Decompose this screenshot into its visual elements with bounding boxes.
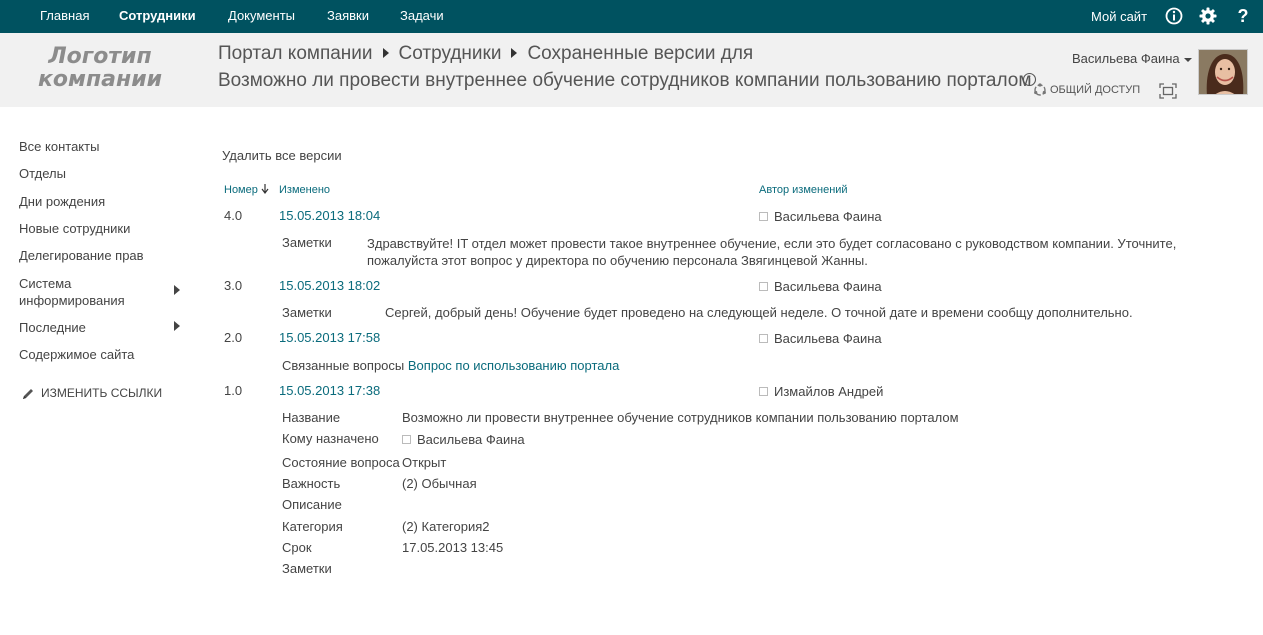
field-label-due-date: Срок	[282, 540, 312, 555]
presence-icon	[759, 334, 768, 343]
nav-item-documents[interactable]: Документы	[228, 8, 295, 23]
sidebar-item-all-contacts[interactable]: Все контакты	[19, 138, 99, 155]
nav-item-home[interactable]: Главная	[40, 8, 89, 23]
nav-item-requests[interactable]: Заявки	[327, 8, 369, 23]
presence-icon	[402, 435, 411, 444]
breadcrumb-employees[interactable]: Сотрудники	[399, 43, 502, 64]
sidebar-item-site-contents[interactable]: Содержимое сайта	[19, 346, 134, 363]
nav-item-employees[interactable]: Сотрудники	[119, 8, 196, 23]
notes-label: Заметки	[282, 305, 332, 320]
field-value-title: Возможно ли провести внутреннее обучение…	[402, 410, 959, 425]
chevron-down-icon	[1183, 57, 1192, 62]
field-label-notes: Заметки	[282, 561, 332, 576]
chevron-right-icon	[511, 47, 518, 58]
field-value-category: (2) Категория2	[402, 519, 490, 534]
field-label-description: Описание	[282, 497, 342, 512]
column-header-author[interactable]: Автор изменений	[759, 184, 848, 196]
presence-icon	[759, 387, 768, 396]
field-value-due-date: 17.05.2013 13:45	[402, 540, 504, 555]
page-title: Возможно ли провести внутреннее обучение…	[218, 70, 1032, 91]
sidebar-item-new-employees[interactable]: Новые сотрудники	[19, 220, 130, 237]
notes-text: Здравствуйте! IT отдел может провести та…	[367, 236, 1177, 268]
field-label-title: Название	[282, 410, 341, 425]
pencil-icon	[23, 388, 33, 399]
notes-text: Сергей, добрый день! Обучение будет пров…	[385, 305, 1133, 320]
focus-icon[interactable]	[1159, 83, 1177, 99]
version-author[interactable]: Васильева Фаина	[759, 209, 882, 224]
version-number: 4.0	[224, 208, 243, 223]
version-date-link[interactable]: 15.05.2013 17:38	[279, 383, 380, 398]
breadcrumb-versions: Сохраненные версии для	[527, 43, 754, 64]
nav-item-tasks[interactable]: Задачи	[400, 8, 444, 23]
chevron-right-icon	[382, 47, 389, 58]
version-number: 3.0	[224, 278, 243, 293]
presence-icon	[759, 212, 768, 221]
version-author[interactable]: Васильева Фаина	[759, 279, 882, 294]
column-header-modified[interactable]: Изменено	[279, 184, 330, 196]
related-questions-label: Связанные вопросы	[282, 358, 405, 373]
sidebar-item-departments[interactable]: Отделы	[19, 165, 66, 182]
svg-text:?: ?	[1238, 6, 1249, 26]
sort-down-arrow-icon	[261, 184, 269, 194]
top-nav-bar: Главная Сотрудники Документы Заявки Зада…	[0, 0, 1263, 33]
field-label-status: Состояние вопроса	[282, 455, 400, 470]
breadcrumb: Портал компании Сотрудники Сохраненные вер…	[218, 43, 753, 65]
sidebar-item-recent[interactable]: Последние	[19, 319, 86, 336]
version-number: 2.0	[224, 330, 243, 345]
field-label-assigned-to: Кому назначено	[282, 431, 379, 446]
site-header: Логотип компании Портал компании Сотрудни…	[0, 33, 1263, 107]
sidebar-item-notification-system[interactable]: Система информирования	[19, 275, 149, 309]
avatar[interactable]	[1198, 49, 1248, 95]
my-site-link[interactable]: Мой сайт	[1091, 9, 1147, 24]
chevron-right-icon[interactable]	[174, 321, 180, 331]
sidebar-item-birthdays[interactable]: Дни рождения	[19, 193, 105, 210]
version-date-link[interactable]: 15.05.2013 17:58	[279, 330, 380, 345]
version-date-link[interactable]: 15.05.2013 18:02	[279, 278, 380, 293]
version-number: 1.0	[224, 383, 243, 398]
delete-all-versions-button[interactable]: Удалить все версии	[222, 148, 342, 163]
version-author[interactable]: Измайлов Андрей	[759, 384, 883, 399]
share-button[interactable]: ОБЩИЙ ДОСТУП	[1033, 83, 1140, 97]
company-logo[interactable]: Логотип компании	[30, 45, 170, 91]
chevron-right-icon[interactable]	[174, 285, 180, 295]
breadcrumb-portal[interactable]: Портал компании	[218, 43, 373, 64]
info-icon[interactable]	[1164, 6, 1184, 26]
related-questions-row: Связанные вопросы Вопрос по использовани…	[282, 358, 619, 373]
notes-label: Заметки	[282, 235, 332, 250]
presence-icon	[759, 282, 768, 291]
sidebar-item-delegation[interactable]: Делегирование прав	[19, 247, 144, 264]
version-date-link[interactable]: 15.05.2013 18:04	[279, 208, 380, 223]
field-label-category: Категория	[282, 519, 343, 534]
field-value-priority: (2) Обычная	[402, 476, 477, 491]
help-icon[interactable]: ?	[1233, 6, 1253, 26]
edit-links-button[interactable]: ИЗМЕНИТЬ ССЫЛКИ	[21, 386, 162, 401]
field-value-assigned-to[interactable]: Васильева Фаина	[402, 432, 525, 447]
version-author[interactable]: Васильева Фаина	[759, 331, 882, 346]
field-label-priority: Важность	[282, 476, 341, 491]
share-icon	[1034, 83, 1046, 96]
related-question-link[interactable]: Вопрос по использованию портала	[408, 358, 619, 373]
field-value-status: Открыт	[402, 455, 447, 470]
user-menu[interactable]: Васильева Фаина	[1072, 51, 1192, 66]
column-header-number[interactable]: Номер	[224, 184, 269, 196]
gear-icon[interactable]	[1198, 6, 1218, 26]
